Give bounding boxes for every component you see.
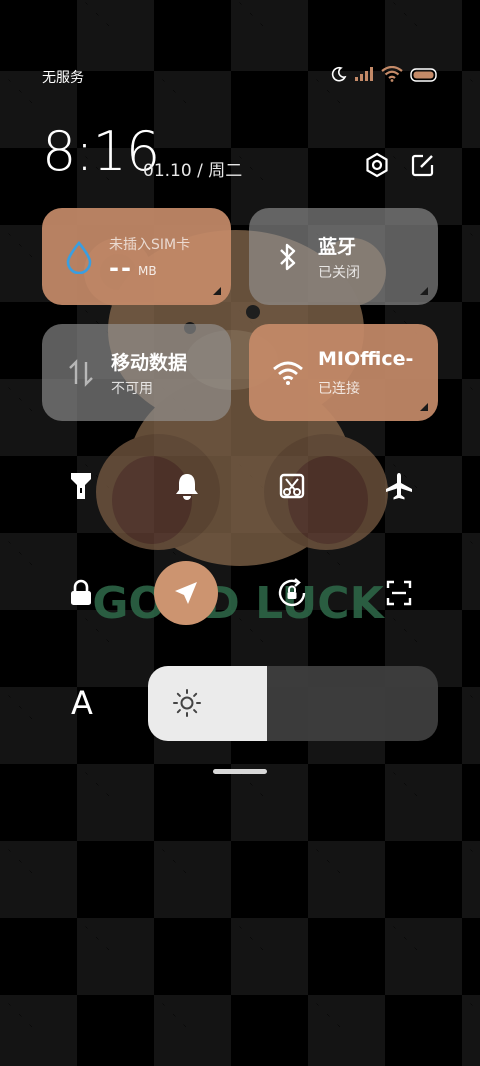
brightness-slider[interactable] [148, 666, 438, 741]
edit-icon [411, 154, 434, 177]
scanner-toggle[interactable] [369, 563, 429, 623]
tile-expand-corner[interactable] [420, 403, 428, 411]
wifi-icon [381, 65, 403, 86]
airplane-icon [386, 473, 412, 500]
tile-expand-corner[interactable] [213, 287, 221, 295]
brightness-level-fill [148, 666, 267, 741]
scan-icon [386, 580, 412, 606]
wifi-title: MIOffice- [318, 348, 414, 370]
airplane-toggle[interactable] [369, 456, 429, 516]
water-drop-icon [62, 240, 96, 274]
rotation-lock-toggle[interactable] [262, 563, 322, 623]
wifi-tile[interactable]: MIOffice- 已连接 [249, 324, 438, 421]
tile-expand-corner[interactable] [420, 287, 428, 295]
mobile-data-tile[interactable]: 移动数据 不可用 [42, 324, 231, 421]
sim-data-tile[interactable]: 未插入SIM卡 -- MB [42, 208, 231, 305]
sim-status-label: 未插入SIM卡 [109, 237, 191, 253]
bluetooth-tile[interactable]: 蓝牙 已关闭 [249, 208, 438, 305]
bluetooth-status: 已关闭 [318, 265, 360, 281]
settings-button[interactable] [360, 148, 394, 182]
home-indicator[interactable] [213, 769, 267, 774]
ringer-toggle[interactable] [157, 456, 217, 516]
location-toggle[interactable] [154, 561, 218, 625]
mobile-data-title: 移动数据 [111, 352, 188, 374]
rotation-lock-icon [278, 578, 306, 607]
sun-icon [173, 689, 201, 717]
screenshot-toggle[interactable] [262, 456, 322, 516]
lock-screen-toggle[interactable] [51, 563, 111, 623]
moon-icon [331, 66, 347, 86]
date: 01.10 / 周二 [143, 161, 243, 181]
bluetooth-icon [271, 240, 305, 274]
clock: 8:16 [42, 120, 160, 183]
edit-button[interactable] [406, 148, 440, 182]
settings-icon [366, 152, 388, 178]
flashlight-toggle[interactable] [51, 456, 111, 516]
data-usage-value: -- [109, 254, 133, 282]
status-bar: 无服务 [0, 64, 480, 88]
data-arrows-icon [64, 356, 98, 390]
battery-icon [410, 67, 438, 86]
bluetooth-title: 蓝牙 [318, 236, 357, 258]
mobile-data-status: 不可用 [111, 381, 153, 397]
data-usage-unit: MB [138, 264, 157, 278]
lock-icon [71, 579, 91, 605]
location-icon [175, 582, 197, 604]
screenshot-icon [279, 473, 305, 499]
bell-icon [176, 474, 198, 500]
signal-icon [354, 66, 374, 86]
wifi-status: 已连接 [318, 381, 360, 397]
carrier-label: 无服务 [42, 70, 84, 86]
flashlight-icon [71, 473, 91, 499]
wallpaper-text: GOOD LUCK [92, 578, 385, 629]
wifi-icon [271, 356, 305, 390]
font-size-button[interactable]: A [62, 680, 102, 726]
